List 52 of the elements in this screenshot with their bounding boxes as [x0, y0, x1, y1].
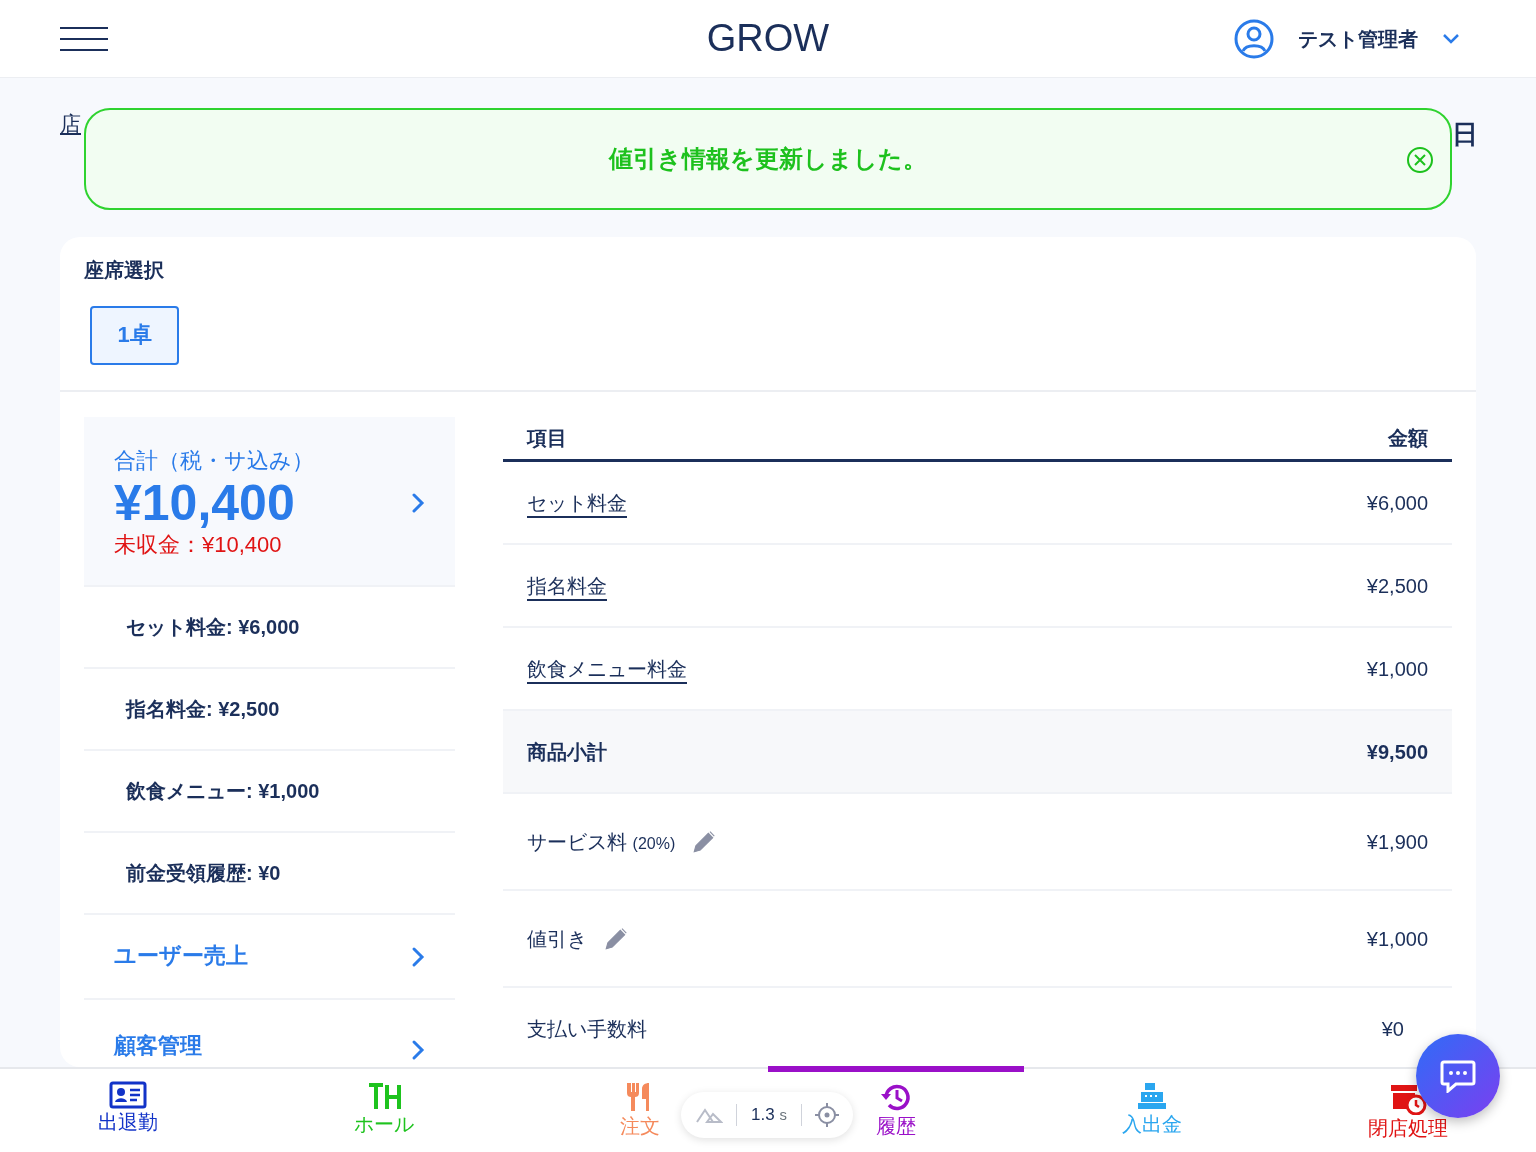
item-name: サービス料 (20%): [527, 829, 676, 855]
item-name: 商品小計: [527, 739, 607, 765]
nav-tab[interactable]: 出退勤: [0, 1069, 256, 1152]
summary-item: 指名料金: ¥2,500: [126, 697, 280, 722]
item-amount: ¥2,500: [1366, 573, 1428, 599]
load-time: 1.3 s: [751, 1104, 787, 1124]
item-amount: ¥0: [1381, 1017, 1404, 1042]
table-icon: [367, 1081, 401, 1111]
chevron-right-icon: [411, 945, 425, 968]
total-amount: ¥10,400: [114, 475, 296, 531]
item-amount: ¥1,900: [1366, 829, 1428, 855]
chevron-down-icon[interactable]: [1442, 32, 1460, 45]
item-link[interactable]: 飲食メニュー料金: [527, 655, 687, 682]
item-amount: ¥1,000: [1366, 656, 1428, 682]
user-name[interactable]: テスト管理者: [1298, 25, 1418, 52]
seat-button[interactable]: 1卓: [90, 306, 179, 365]
menu-icon[interactable]: [60, 25, 108, 52]
total-label: 合計（税・サ込み）: [114, 446, 314, 475]
menu-link[interactable]: ユーザー売上: [84, 913, 455, 998]
column-header: 項目: [527, 426, 567, 451]
column-header: 金額: [1388, 426, 1428, 451]
chevron-right-icon: [411, 492, 425, 514]
summary-item: 飲食メニュー: ¥1,000: [126, 779, 320, 804]
summary-item: 前金受領履歴: ¥0: [126, 861, 281, 886]
cash-register-icon: [1136, 1081, 1168, 1111]
item-amount: ¥1,000: [1366, 926, 1428, 952]
section-label: 座席選択: [84, 258, 165, 283]
item-amount: ¥9,500: [1366, 739, 1428, 765]
pencil-icon[interactable]: [691, 828, 718, 855]
chat-icon: [1440, 1059, 1476, 1093]
app-logo: GROW: [706, 15, 830, 61]
close-icon[interactable]: [1406, 146, 1434, 174]
unpaid-amount: 未収金：¥10,400: [114, 530, 283, 559]
toast-message: 値引き情報を更新しました。: [609, 144, 927, 175]
item-link[interactable]: 指名料金: [527, 572, 607, 599]
summary-item: セット料金: ¥6,000: [126, 615, 300, 640]
link-label: ユーザー売上: [114, 942, 248, 971]
link-label: 顧客管理: [114, 1032, 202, 1061]
date-text: 日: [1452, 118, 1478, 152]
nav-tab[interactable]: 入出金: [1024, 1069, 1280, 1152]
id-card-icon: [109, 1081, 147, 1109]
mountain-icon: [695, 1106, 724, 1124]
chevron-right-icon: [411, 1039, 425, 1061]
item-amount: ¥6,000: [1366, 490, 1428, 516]
crosshair-icon[interactable]: [814, 1103, 839, 1127]
item-link[interactable]: セット料金: [527, 489, 627, 516]
total-card[interactable]: 合計（税・サ込み） ¥10,400 未収金：¥10,400: [84, 417, 455, 585]
pencil-icon[interactable]: [603, 925, 629, 952]
item-name: 支払い手数料: [527, 1017, 647, 1042]
item-name: 値引き: [527, 926, 587, 952]
breadcrumb-link[interactable]: 店: [60, 110, 81, 138]
user-icon[interactable]: [1234, 18, 1274, 59]
